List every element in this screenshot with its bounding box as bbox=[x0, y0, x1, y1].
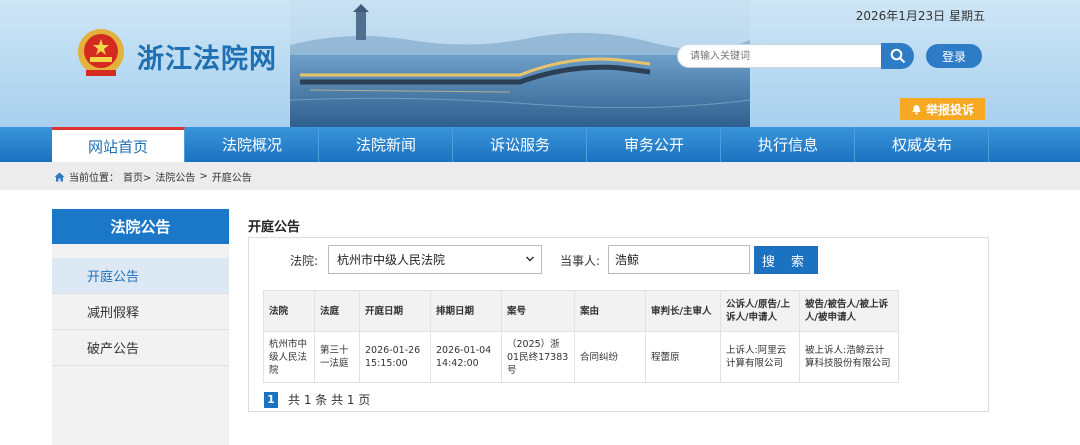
sidebar-item-hearing-notice[interactable]: 开庭公告 bbox=[52, 258, 229, 294]
sidebar: 开庭公告 减刑假释 破产公告 bbox=[52, 244, 229, 445]
nav-court-news[interactable]: 法院新闻 bbox=[320, 127, 453, 162]
search-icon bbox=[890, 48, 905, 64]
col-header-court: 法院 bbox=[263, 290, 315, 332]
bell-icon bbox=[912, 104, 921, 115]
pagination: 1 共 1 条 共 1 页 bbox=[264, 391, 370, 408]
nav-litigation-service[interactable]: 诉讼服务 bbox=[454, 127, 587, 162]
table-row: 杭州市中级人民法院 第三十一法庭 2026-01-26 15:15:00 202… bbox=[263, 331, 899, 383]
breadcrumb-bar: 当前位置： 首页> 法院公告 > 开庭公告 bbox=[0, 162, 1080, 190]
nav-authoritative-release[interactable]: 权威发布 bbox=[856, 127, 989, 162]
party-input[interactable] bbox=[608, 245, 750, 274]
breadcrumb-section[interactable]: 法院公告 bbox=[155, 169, 195, 184]
chevron-down-icon bbox=[525, 256, 535, 262]
col-header-judge: 审判长/主审人 bbox=[645, 290, 721, 332]
cell-case-number: （2025）浙01民终17383号 bbox=[501, 331, 575, 383]
nav-execution-info[interactable]: 执行信息 bbox=[722, 127, 855, 162]
search-button[interactable] bbox=[881, 43, 914, 69]
search-submit-button[interactable]: 搜 索 bbox=[754, 246, 818, 274]
col-header-cause: 案由 bbox=[574, 290, 646, 332]
page-1-button[interactable]: 1 bbox=[264, 391, 278, 408]
pagination-summary: 共 1 条 共 1 页 bbox=[288, 393, 371, 407]
col-header-hearing-date: 开庭日期 bbox=[359, 290, 431, 332]
page-title: 开庭公告 bbox=[248, 220, 301, 235]
sidebar-title: 法院公告 bbox=[52, 209, 229, 244]
search-input[interactable] bbox=[677, 44, 882, 68]
breadcrumb-separator: > bbox=[199, 171, 208, 182]
breadcrumb: 当前位置： 首页> 法院公告 > 开庭公告 bbox=[54, 169, 252, 184]
nav-judicial-openness[interactable]: 审务公开 bbox=[588, 127, 721, 162]
party-label: 当事人: bbox=[560, 254, 601, 268]
main-nav: 网站首页 法院概况 法院新闻 诉讼服务 审务公开 执行信息 权威发布 bbox=[0, 127, 1080, 163]
hearing-table: 法院 法庭 开庭日期 排期日期 案号 案由 审判长/主审人 公诉人/原告/上诉人… bbox=[263, 290, 899, 383]
nav-court-overview[interactable]: 法院概况 bbox=[186, 127, 319, 162]
cell-court: 杭州市中级人民法院 bbox=[263, 331, 315, 383]
site-title: 浙江法院网 bbox=[137, 44, 277, 75]
col-header-courtroom: 法庭 bbox=[314, 290, 360, 332]
breadcrumb-prefix: 当前位置： bbox=[69, 173, 119, 184]
nav-home[interactable]: 网站首页 bbox=[52, 127, 185, 163]
current-date: 2026年1月23日 星期五 bbox=[855, 9, 985, 23]
col-header-case-number: 案号 bbox=[501, 290, 575, 332]
col-header-defendant: 被告/被告人/被上诉人/被申请人 bbox=[799, 290, 899, 332]
report-complaint-label: 举报投诉 bbox=[925, 102, 974, 117]
cell-plaintiff: 上诉人:阿里云计算有限公司 bbox=[720, 331, 800, 383]
login-button[interactable]: 登录 bbox=[926, 44, 982, 68]
cell-courtroom: 第三十一法庭 bbox=[314, 331, 360, 383]
site-header: 2026年1月23日 星期五 浙江法院网 登录 举报投诉 bbox=[0, 0, 1080, 127]
col-header-plaintiff: 公诉人/原告/上诉人/申请人 bbox=[720, 290, 800, 332]
cell-defendant: 被上诉人:浩鲸云计算科技股份有限公司 bbox=[799, 331, 899, 383]
report-complaint-button[interactable]: 举报投诉 bbox=[900, 98, 985, 120]
col-header-schedule-date: 排期日期 bbox=[430, 290, 502, 332]
court-label: 法院: bbox=[290, 254, 319, 268]
breadcrumb-home[interactable]: 首页> bbox=[123, 169, 151, 184]
cell-schedule-date: 2026-01-04 14:42:00 bbox=[430, 331, 502, 383]
cell-judge: 程蕾原 bbox=[645, 331, 721, 383]
court-select[interactable]: 杭州市中级人民法院 bbox=[328, 245, 542, 274]
home-icon bbox=[54, 172, 65, 181]
breadcrumb-current: 开庭公告 bbox=[211, 173, 252, 184]
national-emblem-icon bbox=[78, 29, 124, 76]
cell-hearing-date: 2026-01-26 15:15:00 bbox=[359, 331, 431, 383]
sidebar-item-commutation-parole[interactable]: 减刑假释 bbox=[52, 294, 229, 330]
cell-cause: 合同纠纷 bbox=[574, 331, 646, 383]
sidebar-item-bankruptcy-notice[interactable]: 破产公告 bbox=[52, 330, 229, 366]
court-select-value: 杭州市中级人民法院 bbox=[337, 253, 446, 267]
